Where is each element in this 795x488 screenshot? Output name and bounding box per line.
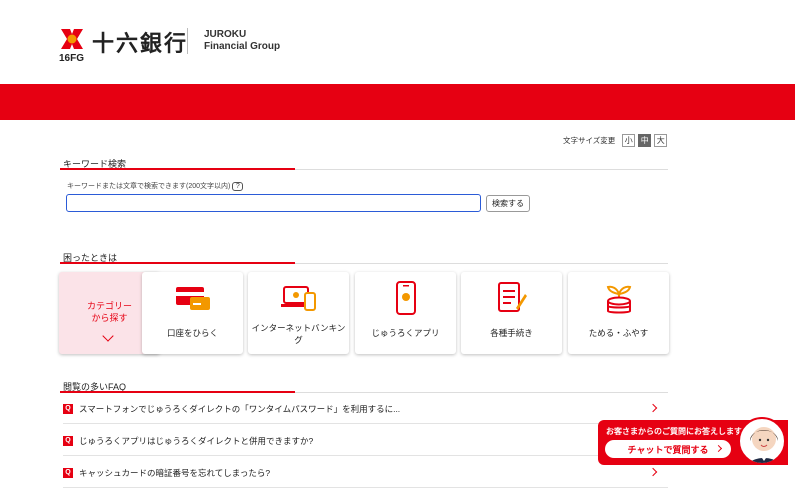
search-hint-text: キーワードまたは文章で検索できます(200文字以内) <box>67 183 231 190</box>
faq-item[interactable]: Q キャッシュカードの暗証番号を忘れてしまったら? <box>63 458 668 488</box>
card-savings[interactable]: ためる・ふやす <box>568 272 669 354</box>
faq-question[interactable]: スマートフォンでじゅうろくダイレクトの「ワンタイムパスワード」を利用するに... <box>79 403 668 415</box>
question-badge-icon: Q <box>63 467 73 478</box>
chat-caption: お客さまからのご質問にお答えします <box>606 427 742 436</box>
laptop-phone-icon <box>248 278 349 318</box>
card-open-account[interactable]: 口座をひらく <box>142 272 243 354</box>
card-icon <box>142 278 243 318</box>
group-name: JUROKU Financial Group <box>204 29 280 53</box>
card-internet-banking[interactable]: インターネットバンキング <box>248 272 349 354</box>
faq-item[interactable]: Q じゅうろくアプリはじゅうろくダイレクトと併用できますか? <box>63 426 668 456</box>
faq-item[interactable]: Q スマートフォンでじゅうろくダイレクトの「ワンタイムパスワード」を利用するに.… <box>63 394 668 424</box>
card-label: 各種手続き <box>490 328 533 338</box>
search-button[interactable]: 検索する <box>486 195 530 212</box>
faq-question[interactable]: キャッシュカードの暗証番号を忘れてしまったら? <box>79 467 668 479</box>
chevron-right-icon <box>714 444 723 453</box>
font-size-switcher: 文字サイズ変更 小 中 大 <box>563 134 668 147</box>
card-procedures[interactable]: 各種手続き <box>461 272 562 354</box>
card-juroku-app[interactable]: じゅうろくアプリ <box>355 272 456 354</box>
chat-button[interactable]: チャットで質問する <box>605 440 731 458</box>
site-header: 16FG 十六銀行 JUROKU Financial Group <box>0 0 795 84</box>
bank-name[interactable]: 十六銀行 <box>92 26 188 58</box>
font-size-medium-button[interactable]: 中 <box>638 134 652 147</box>
logo-16fg-text: 16FG <box>59 53 85 64</box>
card-label: じゅうろくアプリ <box>371 328 440 338</box>
coin-sprout-icon <box>568 278 669 318</box>
group-name-line1: JUROKU <box>204 29 247 40</box>
font-size-label: 文字サイズ変更 <box>563 136 616 145</box>
section-underline <box>60 168 295 170</box>
card-label: 口座をひらく <box>166 328 218 338</box>
card-label: インターネットバンキング <box>251 323 346 345</box>
operator-avatar-icon[interactable] <box>738 417 786 465</box>
question-badge-icon: Q <box>63 403 73 414</box>
font-size-large-button[interactable]: 大 <box>654 134 668 147</box>
group-name-line2: Financial Group <box>204 41 281 52</box>
smartphone-icon <box>355 278 456 318</box>
question-badge-icon: Q <box>63 435 73 446</box>
section-underline <box>60 262 295 264</box>
chat-button-label: チャットで質問する <box>627 444 709 455</box>
search-hint: キーワードまたは文章で検索できます(200文字以内) ? <box>67 181 244 191</box>
red-banner <box>0 84 795 120</box>
section-underline <box>60 391 295 393</box>
help-icon[interactable]: ? <box>232 181 244 191</box>
font-size-small-button[interactable]: 小 <box>622 134 636 147</box>
juroku-logo-icon[interactable] <box>58 25 86 53</box>
card-label: ためる・ふやす <box>588 328 649 338</box>
document-pen-icon <box>461 278 562 318</box>
search-input[interactable] <box>66 194 481 212</box>
logo-divider <box>187 28 188 54</box>
chevron-down-icon <box>102 330 114 342</box>
faq-question[interactable]: じゅうろくアプリはじゅうろくダイレクトと併用できますか? <box>79 435 668 447</box>
